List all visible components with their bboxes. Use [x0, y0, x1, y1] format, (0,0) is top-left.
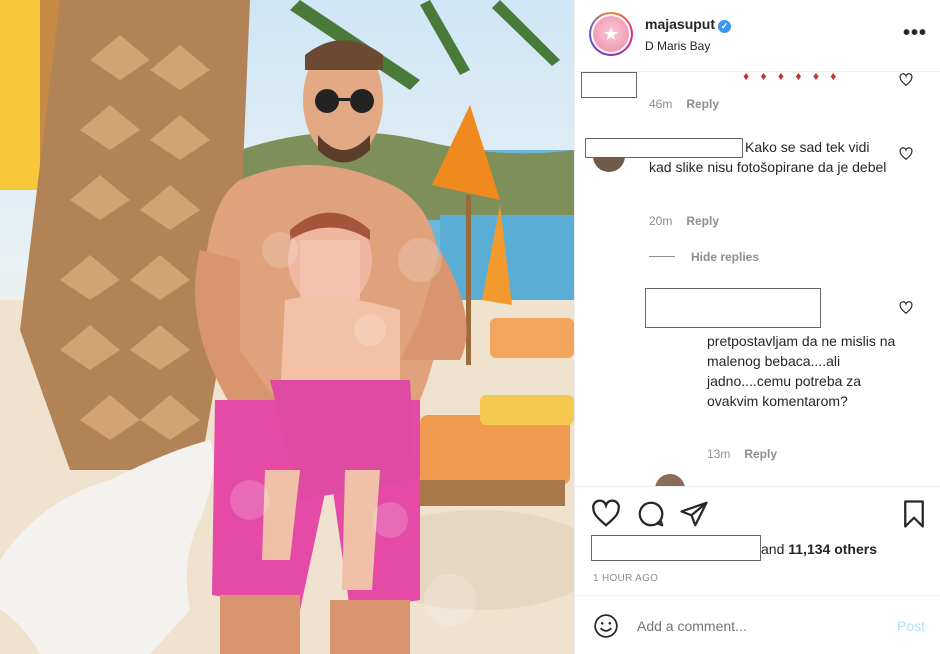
- add-comment-input[interactable]: [637, 618, 857, 634]
- hide-replies-line: [649, 256, 675, 257]
- avatar[interactable]: ★: [589, 12, 633, 56]
- post-actions: and 11,134 others 1 HOUR AGO Post: [575, 486, 940, 654]
- comment-time: 13m: [707, 447, 731, 461]
- beach-scene-image: [0, 0, 574, 654]
- comment-like-heart-icon[interactable]: [899, 147, 913, 161]
- likes-count[interactable]: 11,134 others: [788, 541, 877, 557]
- comments-list[interactable]: ♦ ♦ ♦ ♦ ♦ ♦ 46m Reply Kako se sad tek vid…: [575, 72, 940, 486]
- comment-bubble-icon[interactable]: [636, 499, 666, 529]
- likes-summary[interactable]: and 11,134 others: [761, 541, 877, 557]
- comment-like-heart-icon[interactable]: [899, 301, 913, 315]
- post-comment-button[interactable]: Post: [897, 618, 925, 634]
- reply-button[interactable]: Reply: [744, 447, 777, 461]
- comment-meta: 46m Reply: [649, 97, 719, 111]
- comment-meta: 13m Reply: [707, 447, 777, 461]
- comment-time: 20m: [649, 214, 673, 228]
- save-bookmark-icon[interactable]: [899, 499, 929, 529]
- post-timestamp[interactable]: 1 HOUR AGO: [593, 573, 658, 584]
- post-photo[interactable]: [0, 0, 574, 654]
- redacted-username: [645, 288, 821, 328]
- star-icon: ★: [593, 16, 629, 52]
- location-link[interactable]: D Maris Bay: [645, 39, 710, 53]
- comment-meta: 20m Reply: [649, 214, 719, 228]
- like-heart-icon[interactable]: [591, 499, 621, 529]
- post-header: ★ majasuput ✓ D Maris Bay •••: [575, 0, 940, 72]
- comment-like-heart-icon[interactable]: [899, 73, 913, 87]
- more-options-icon[interactable]: •••: [903, 22, 927, 45]
- share-paper-plane-icon[interactable]: [679, 499, 709, 529]
- emoji-smile-icon[interactable]: [593, 613, 619, 639]
- hide-replies-button[interactable]: Hide replies: [691, 250, 759, 264]
- lounger-frame: [415, 480, 565, 506]
- comment-text-fragment: ♦ ♦ ♦ ♦ ♦ ♦: [743, 72, 841, 83]
- likes-and: and: [761, 541, 785, 557]
- reply-button[interactable]: Reply: [686, 214, 719, 228]
- username-text[interactable]: majasuput: [645, 16, 715, 32]
- commenter-avatar[interactable]: [655, 474, 685, 486]
- reply-comment-text: pretpostavljam da ne mislis na malenog b…: [707, 333, 896, 409]
- redacted-username: [581, 72, 637, 98]
- lounger-cushion: [420, 415, 570, 485]
- reply-button[interactable]: Reply: [686, 97, 719, 111]
- username[interactable]: majasuput ✓: [645, 16, 732, 33]
- redacted-liker-name: [591, 535, 761, 561]
- comment-time: 46m: [649, 97, 673, 111]
- comment-text: Kako se sad tek vidi kad slike nisu foto…: [649, 139, 887, 175]
- post-side-panel: ★ majasuput ✓ D Maris Bay ••• ♦ ♦ ♦ ♦ ♦ ♦…: [574, 0, 940, 654]
- add-comment-row: Post: [575, 595, 940, 654]
- verified-badge-icon: ✓: [718, 20, 732, 33]
